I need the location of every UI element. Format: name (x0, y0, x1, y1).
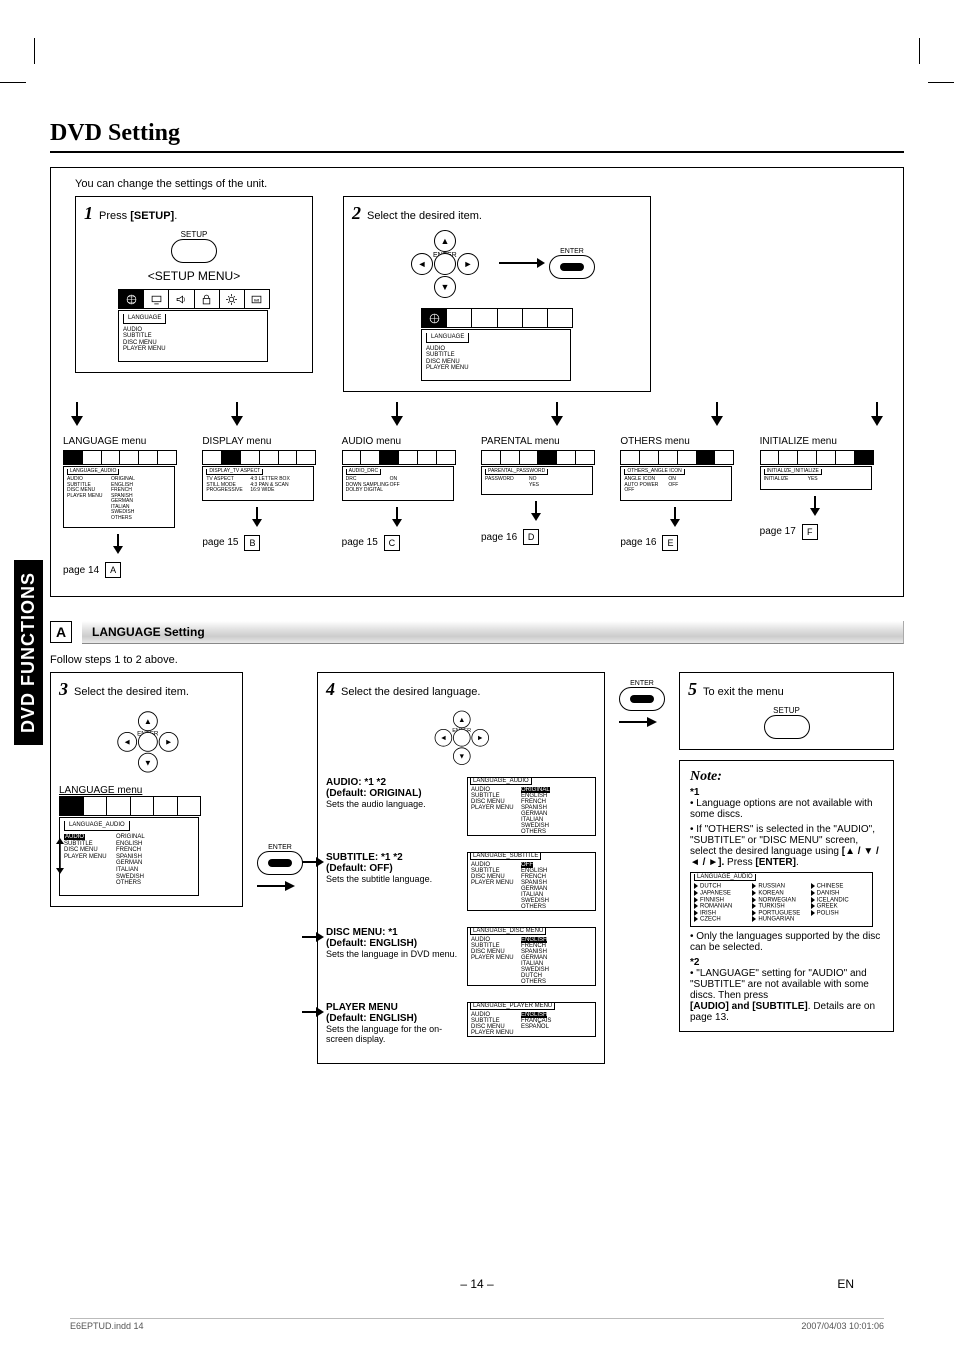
intro-text: You can change the settings of the unit. (75, 178, 891, 190)
menu-col-4: OTHERS menu OTHERS_ANGLE ICONANGLE ICONO… (620, 436, 751, 579)
section-a-header: A LANGUAGE Setting (50, 621, 904, 644)
title-rule (50, 151, 904, 153)
follow-text: Follow steps 1 to 2 above. (50, 654, 904, 666)
tv-icon (447, 309, 472, 327)
arrow-down-icon (229, 402, 245, 428)
setup-button-icon[interactable] (171, 239, 217, 263)
step-1-number: 1 (84, 203, 93, 224)
overview-box: You can change the settings of the unit.… (50, 167, 904, 597)
job-line: E6EPTUD.indd 142007/04/03 10:01:06 (70, 1318, 884, 1331)
step-2-text: Select the desired item. (367, 210, 482, 222)
dpad-icon[interactable]: ENTER ▲▼◄► (106, 710, 187, 773)
step-1: 1 Press [SETUP]. SETUP <SETUP MENU> Init (75, 196, 313, 373)
setup-button-icon[interactable] (764, 715, 810, 739)
footer-lang: EN (837, 1277, 854, 1291)
step-3-menu: LANGUAGE_AUDIOAUDIOORIGINALSUBTITLEENGLI… (59, 817, 199, 895)
init-icon (548, 309, 572, 327)
arrow-down-icon (869, 402, 885, 428)
dpad-icon[interactable]: ENTER ▲▼◄► (399, 228, 489, 298)
enter-button-icon[interactable] (257, 851, 303, 875)
step-2-number: 2 (352, 203, 361, 224)
step-2: 2 Select the desired item. ENTER ▲▼◄► EN… (343, 196, 651, 392)
dpad-icon[interactable]: ENTER ▲▼◄► (425, 709, 497, 765)
menu-col-1: DISPLAY menu DISPLAY_TV ASPECTTV ASPECT4… (202, 436, 333, 579)
menu-col-0: LANGUAGE menu LANGUAGE_AUDIOAUDIOORIGINA… (63, 436, 194, 579)
arrow-down-icon (709, 402, 725, 428)
arrow-right-icon (619, 715, 659, 729)
section-a-letter: A (50, 621, 72, 643)
arrow-down-icon (549, 402, 565, 428)
icon-strip-step1: Init (118, 289, 270, 309)
speaker-icon (472, 309, 497, 327)
tv-icon (144, 290, 169, 308)
lock-icon (498, 309, 523, 327)
step-1-heading: <SETUP MENU> (84, 269, 304, 283)
gear-icon (220, 290, 245, 308)
setup-label: SETUP (84, 230, 304, 239)
section-a-title: LANGUAGE Setting (82, 621, 904, 644)
step-3-heading: LANGUAGE menu (59, 785, 234, 796)
step-5: 5To exit the menu SETUP (679, 672, 894, 750)
note-box: Note: *1 • Language options are not avai… (679, 760, 894, 1031)
icon-strip-step3 (59, 796, 201, 816)
icon-strip-step2 (421, 308, 573, 328)
side-tab: DVD FUNCTIONS (14, 560, 43, 745)
setup-menu-step2: LANGUAGE AUDIO SUBTITLE DISC MENU PLAYER… (421, 329, 571, 381)
menu-col-2: AUDIO menu AUDIO_DRCDRCONDOWN SAMPLINGOF… (342, 436, 473, 579)
step-3: 3Select the desired item. ENTER ▲▼◄► LAN… (50, 672, 243, 906)
arrow-right-icon (257, 879, 297, 893)
step-4: 4Select the desired language. ENTER ▲▼◄►… (317, 672, 605, 1064)
enter-button-icon[interactable] (619, 687, 665, 711)
page-footer: – 14 – (0, 1277, 954, 1291)
menu-col-5: INITIALIZE menu INITIALIZE_INITIALIZEINI… (760, 436, 891, 579)
arrow-right-icon (499, 262, 539, 264)
page-title: DVD Setting (50, 120, 904, 147)
svg-text:Init: Init (254, 298, 260, 302)
arrow-down-icon (389, 402, 405, 428)
setup-menu-step1: LANGUAGE AUDIO SUBTITLE DISC MENU PLAYER… (118, 310, 268, 362)
globe-icon (422, 309, 447, 327)
init-icon: Init (245, 290, 269, 308)
enter-button-icon[interactable] (549, 255, 595, 279)
lock-icon (195, 290, 220, 308)
others-panel: LANGUAGE_AUDIO DUTCHRUSSIANCHINESEJAPANE… (690, 872, 873, 926)
globe-icon (60, 797, 84, 815)
globe-icon (119, 290, 144, 308)
gear-icon (523, 309, 548, 327)
updown-arrow-icon (53, 836, 67, 876)
arrow-down-icon (69, 402, 85, 428)
step-1-text: Press [SETUP]. (99, 210, 177, 222)
menu-col-3: PARENTAL menu PARENTAL_PASSWORDPASSWORDN… (481, 436, 612, 579)
speaker-icon (169, 290, 194, 308)
